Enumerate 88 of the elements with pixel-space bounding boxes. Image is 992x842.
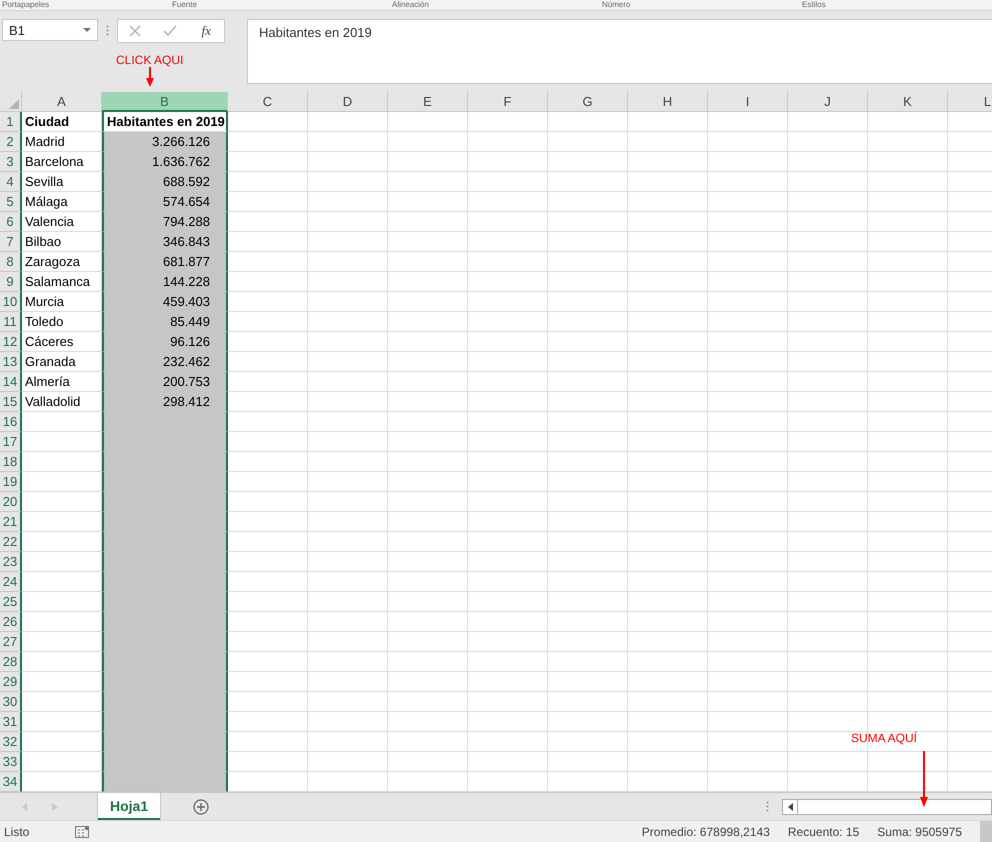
table-cell: 144.228 bbox=[102, 272, 228, 292]
table-cell: Habitantes en 2019 bbox=[102, 112, 228, 132]
row-header[interactable]: 5 bbox=[0, 192, 22, 212]
row-header[interactable]: 3 bbox=[0, 152, 22, 172]
average-value: Promedio: 678998,2143 bbox=[642, 824, 770, 838]
resize-handle-icon[interactable] bbox=[766, 801, 769, 812]
row-header[interactable]: 13 bbox=[0, 352, 22, 372]
macro-record-icon[interactable] bbox=[75, 826, 90, 838]
sheet-tab[interactable]: Hoja1 bbox=[98, 793, 160, 820]
row-header[interactable]: 9 bbox=[0, 272, 22, 292]
row-header[interactable]: 21 bbox=[0, 512, 22, 532]
row-header[interactable]: 1 bbox=[0, 112, 22, 132]
row-header[interactable]: 26 bbox=[0, 612, 22, 632]
column-header[interactable]: H bbox=[628, 92, 708, 112]
table-cell: 688.592 bbox=[102, 172, 228, 192]
column-header[interactable]: A bbox=[22, 92, 102, 112]
column-header[interactable]: E bbox=[388, 92, 468, 112]
arrow-icon bbox=[920, 751, 928, 807]
status-mode: Listo bbox=[4, 824, 30, 838]
row-header[interactable]: 29 bbox=[0, 672, 22, 692]
more-options-icon[interactable] bbox=[106, 25, 109, 36]
row-header[interactable]: 2 bbox=[0, 132, 22, 152]
row-header[interactable]: 18 bbox=[0, 452, 22, 472]
row-header[interactable]: 7 bbox=[0, 232, 22, 252]
table-cell: 459.403 bbox=[102, 292, 228, 312]
column-header[interactable]: D bbox=[308, 92, 388, 112]
ribbon-group-label: Portapapeles bbox=[2, 0, 50, 10]
row-header[interactable]: 25 bbox=[0, 592, 22, 612]
ribbon-group-label: Número bbox=[602, 0, 632, 10]
row-header[interactable]: 27 bbox=[0, 632, 22, 652]
sum-value: Suma: 9505975 bbox=[877, 824, 962, 838]
table-cell: 232.462 bbox=[102, 352, 228, 372]
formula-field[interactable]: Habitantes en 2019 bbox=[247, 19, 992, 84]
row-header[interactable]: 19 bbox=[0, 472, 22, 492]
column-header[interactable]: C bbox=[228, 92, 308, 112]
annotation-label: SUMA AQUÍ bbox=[851, 731, 918, 745]
table-cell: 200.753 bbox=[102, 372, 228, 392]
annotation-label: CLICK AQUI bbox=[116, 53, 184, 67]
row-header[interactable]: 30 bbox=[0, 692, 22, 712]
row-header[interactable]: 8 bbox=[0, 252, 22, 272]
row-header[interactable]: 23 bbox=[0, 552, 22, 572]
checkmark-icon[interactable] bbox=[163, 25, 178, 37]
count-value: Recuento: 15 bbox=[788, 824, 860, 838]
row-header[interactable]: 6 bbox=[0, 212, 22, 232]
ribbon-group-label: Alineación bbox=[392, 0, 430, 10]
column-header[interactable]: F bbox=[468, 92, 548, 112]
insert-function-button[interactable]: fx bbox=[200, 23, 213, 39]
column-header[interactable]: K bbox=[868, 92, 948, 112]
row-header[interactable]: 15 bbox=[0, 392, 22, 412]
scroll-left-icon[interactable] bbox=[788, 802, 792, 810]
row-header[interactable]: 28 bbox=[0, 652, 22, 672]
row-header[interactable]: 14 bbox=[0, 372, 22, 392]
row-header[interactable]: 16 bbox=[0, 412, 22, 432]
arrow-icon bbox=[146, 67, 154, 87]
column-header[interactable]: G bbox=[548, 92, 628, 112]
table-cell: 298.412 bbox=[102, 392, 228, 412]
table-cell: 1.636.762 bbox=[102, 152, 228, 172]
ribbon-group-label: Fuente bbox=[172, 0, 198, 10]
row-header[interactable]: 22 bbox=[0, 532, 22, 552]
table-cell: 3.266.126 bbox=[102, 132, 228, 152]
column-header[interactable]: J bbox=[788, 92, 868, 112]
ribbon-group-label: Estilos bbox=[802, 0, 826, 10]
row-header[interactable]: 33 bbox=[0, 752, 22, 772]
next-sheet-icon[interactable] bbox=[52, 802, 58, 810]
table-cell: 346.843 bbox=[102, 232, 228, 252]
column-header[interactable]: I bbox=[708, 92, 788, 112]
row-header[interactable]: 11 bbox=[0, 312, 22, 332]
table-cell: 96.126 bbox=[102, 332, 228, 352]
row-header[interactable]: 12 bbox=[0, 332, 22, 352]
column-header[interactable]: B bbox=[102, 92, 228, 112]
select-all-icon[interactable] bbox=[9, 99, 19, 109]
cancel-icon[interactable] bbox=[129, 25, 142, 37]
table-cell: 85.449 bbox=[102, 312, 228, 332]
table-cell: 794.288 bbox=[102, 212, 228, 232]
row-header[interactable]: 32 bbox=[0, 732, 22, 752]
row-header[interactable]: 20 bbox=[0, 492, 22, 512]
row-header[interactable]: 4 bbox=[0, 172, 22, 192]
row-header[interactable]: 31 bbox=[0, 712, 22, 732]
table-cell: 681.877 bbox=[102, 252, 228, 272]
name-box[interactable]: B1 bbox=[2, 19, 98, 41]
table-cell: 574.654 bbox=[102, 192, 228, 212]
row-header[interactable]: 24 bbox=[0, 572, 22, 592]
row-header[interactable]: 10 bbox=[0, 292, 22, 312]
row-header[interactable]: 17 bbox=[0, 432, 22, 452]
row-header[interactable]: 34 bbox=[0, 772, 22, 792]
horizontal-scrollbar[interactable] bbox=[782, 798, 992, 814]
previous-sheet-icon[interactable] bbox=[22, 802, 28, 810]
add-sheet-icon[interactable] bbox=[193, 798, 210, 814]
